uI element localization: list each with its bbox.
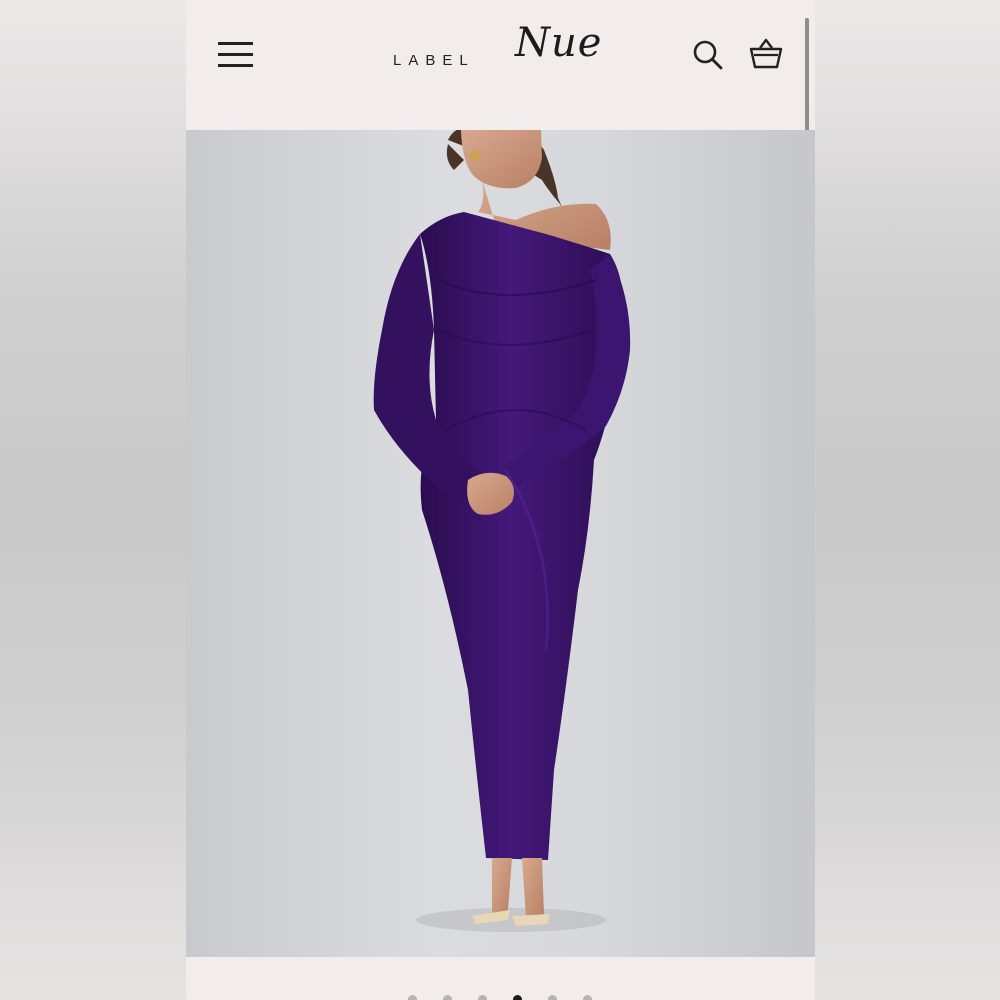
hamburger-line	[218, 53, 253, 56]
hamburger-menu-icon	[218, 42, 253, 45]
logo-word: LABEL	[393, 52, 475, 69]
carousel-dot[interactable]	[583, 995, 592, 1000]
logo-script: Nue	[515, 20, 603, 66]
carousel-dot[interactable]	[408, 995, 417, 1000]
carousel-indicator	[186, 957, 815, 1000]
product-image[interactable]	[186, 130, 815, 957]
menu-button[interactable]	[216, 38, 256, 72]
search-button[interactable]	[691, 38, 725, 72]
cart-button[interactable]	[748, 36, 784, 72]
site-header: LABEL Nue	[186, 0, 815, 130]
hamburger-line	[218, 64, 253, 67]
shopping-basket-icon	[749, 38, 783, 69]
carousel-dot[interactable]	[478, 995, 487, 1000]
carousel-dot[interactable]	[548, 995, 557, 1000]
brand-logo[interactable]: LABEL Nue	[391, 20, 621, 94]
model-in-purple-dress-image	[373, 130, 631, 932]
search-icon	[693, 40, 723, 70]
carousel-dot[interactable]	[513, 995, 522, 1000]
phone-frame: LABEL Nue	[186, 0, 815, 1000]
carousel-dot[interactable]	[443, 995, 452, 1000]
